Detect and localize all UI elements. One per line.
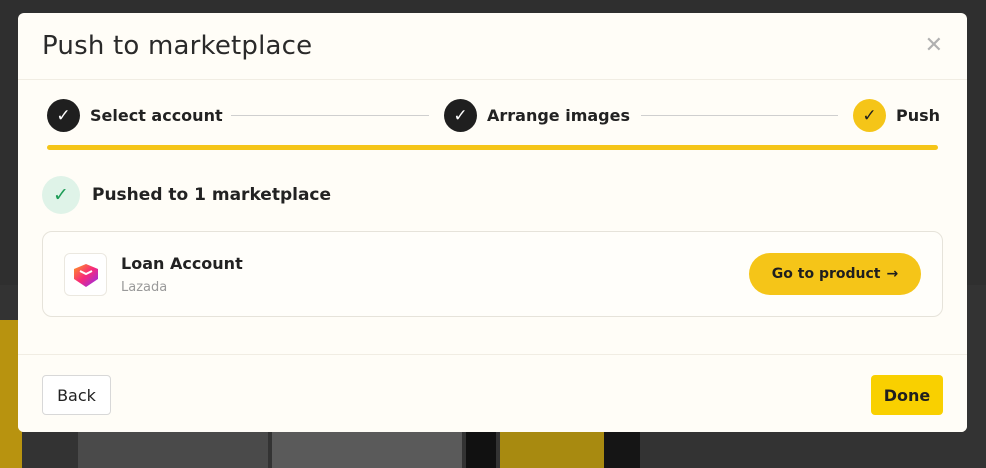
step-select-account: ✓ Select account: [47, 99, 223, 132]
modal-header: Push to marketplace ✕: [18, 13, 967, 80]
step-connector: [231, 115, 429, 116]
check-icon: ✓: [853, 99, 886, 132]
result-text: Pushed to 1 marketplace: [92, 185, 332, 205]
go-to-product-label: Go to product: [771, 266, 881, 282]
stepper: ✓ Select account ✓ Arrange images ✓ Push: [18, 80, 967, 150]
account-name: Loan Account: [121, 254, 243, 273]
background-thumbnail: [272, 430, 462, 468]
back-button[interactable]: Back: [42, 375, 111, 415]
go-to-product-button[interactable]: Go to product →: [749, 253, 921, 295]
step-connector: [641, 115, 838, 116]
account-card: Loan Account Lazada Go to product →: [42, 231, 943, 317]
check-icon: ✓: [444, 99, 477, 132]
done-button[interactable]: Done: [871, 375, 943, 415]
step-label: Push: [896, 106, 941, 125]
progress-bar: [47, 145, 938, 150]
close-icon[interactable]: ✕: [925, 35, 943, 57]
background-thumbnail: [466, 430, 496, 468]
background-thumbnail: [500, 430, 604, 468]
background-thumbnail: [604, 430, 640, 468]
check-icon: ✓: [42, 176, 80, 214]
marketplace-name: Lazada: [121, 280, 168, 295]
check-icon: ✓: [47, 99, 80, 132]
step-label: Select account: [90, 106, 223, 125]
push-to-marketplace-modal: Push to marketplace ✕ ✓ Select account ✓…: [18, 13, 967, 432]
step-label: Arrange images: [487, 106, 631, 125]
background-thumbnail: [78, 430, 268, 468]
step-arrange-images: ✓ Arrange images: [444, 99, 630, 132]
modal-footer: Back Done: [18, 354, 967, 432]
push-result: ✓ Pushed to 1 marketplace: [42, 176, 331, 214]
modal-title: Push to marketplace: [42, 31, 313, 61]
step-push: ✓ Push: [853, 99, 940, 132]
arrow-right-icon: →: [886, 266, 899, 282]
lazada-logo-icon: [64, 253, 107, 296]
